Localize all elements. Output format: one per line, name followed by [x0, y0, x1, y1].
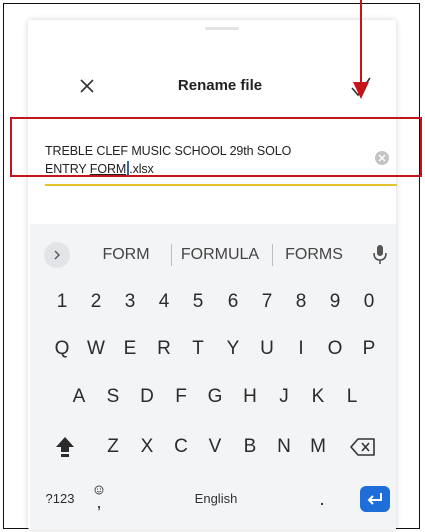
key-h[interactable]: H: [235, 382, 265, 412]
period-key[interactable]: .: [307, 485, 337, 515]
key-d[interactable]: D: [132, 382, 162, 412]
key-y[interactable]: Y: [218, 334, 248, 364]
emoji-comma-key[interactable]: ,: [86, 477, 112, 517]
suggestion-divider: [272, 244, 273, 266]
suggestion-expand-button[interactable]: [44, 242, 70, 268]
close-button[interactable]: [75, 74, 99, 98]
key-x[interactable]: X: [132, 432, 162, 462]
key-w[interactable]: W: [81, 334, 111, 364]
annotation-highlight-box: [10, 117, 422, 177]
key-f[interactable]: F: [166, 382, 196, 412]
key-l[interactable]: L: [337, 382, 367, 412]
key-n[interactable]: N: [269, 432, 299, 462]
key-7[interactable]: 7: [252, 287, 282, 317]
key-t[interactable]: T: [183, 334, 213, 364]
key-b[interactable]: B: [235, 432, 265, 462]
dialog-title: Rename file: [177, 77, 263, 94]
annotation-arrow-shaft: [360, 0, 362, 83]
space-key[interactable]: English: [143, 483, 289, 515]
key-u[interactable]: U: [252, 334, 282, 364]
key-4[interactable]: 4: [149, 287, 179, 317]
key-k[interactable]: K: [303, 382, 333, 412]
key-q[interactable]: Q: [47, 334, 77, 364]
key-0[interactable]: 0: [354, 287, 384, 317]
key-1[interactable]: 1: [47, 287, 77, 317]
close-icon: [80, 79, 94, 93]
voice-input-button[interactable]: [372, 243, 388, 267]
key-i[interactable]: I: [286, 334, 316, 364]
key-j[interactable]: J: [269, 382, 299, 412]
key-m[interactable]: M: [303, 432, 333, 462]
sheet-drag-handle[interactable]: [205, 27, 239, 30]
microphone-icon: [373, 245, 387, 264]
key-3[interactable]: 3: [115, 287, 145, 317]
key-e[interactable]: E: [115, 334, 145, 364]
key-s[interactable]: S: [98, 382, 128, 412]
chevron-right-icon: [54, 250, 60, 260]
key-a[interactable]: A: [64, 382, 94, 412]
input-underline: [45, 184, 397, 186]
key-z[interactable]: Z: [98, 432, 128, 462]
shift-icon: [56, 437, 74, 457]
key-o[interactable]: O: [320, 334, 350, 364]
key-v[interactable]: V: [200, 432, 230, 462]
symbols-key[interactable]: ?123: [40, 484, 80, 514]
key-g[interactable]: G: [200, 382, 230, 412]
annotation-arrow-head: [353, 82, 369, 99]
enter-key[interactable]: [360, 486, 390, 512]
suggestion-2[interactable]: FORMULA: [176, 246, 264, 264]
suggestion-3[interactable]: FORMS: [276, 246, 352, 264]
comma-label: ,: [96, 492, 102, 512]
key-6[interactable]: 6: [218, 287, 248, 317]
backspace-key[interactable]: [348, 436, 378, 458]
key-8[interactable]: 8: [286, 287, 316, 317]
key-r[interactable]: R: [149, 334, 179, 364]
key-p[interactable]: P: [354, 334, 384, 364]
suggestion-divider: [171, 244, 172, 266]
key-2[interactable]: 2: [81, 287, 111, 317]
backspace-icon: [350, 438, 375, 456]
key-c[interactable]: C: [166, 432, 196, 462]
key-9[interactable]: 9: [320, 287, 350, 317]
enter-arrow-icon: [367, 493, 382, 505]
suggestion-1[interactable]: FORM: [96, 246, 156, 264]
key-5[interactable]: 5: [183, 287, 213, 317]
shift-key[interactable]: [52, 433, 78, 461]
